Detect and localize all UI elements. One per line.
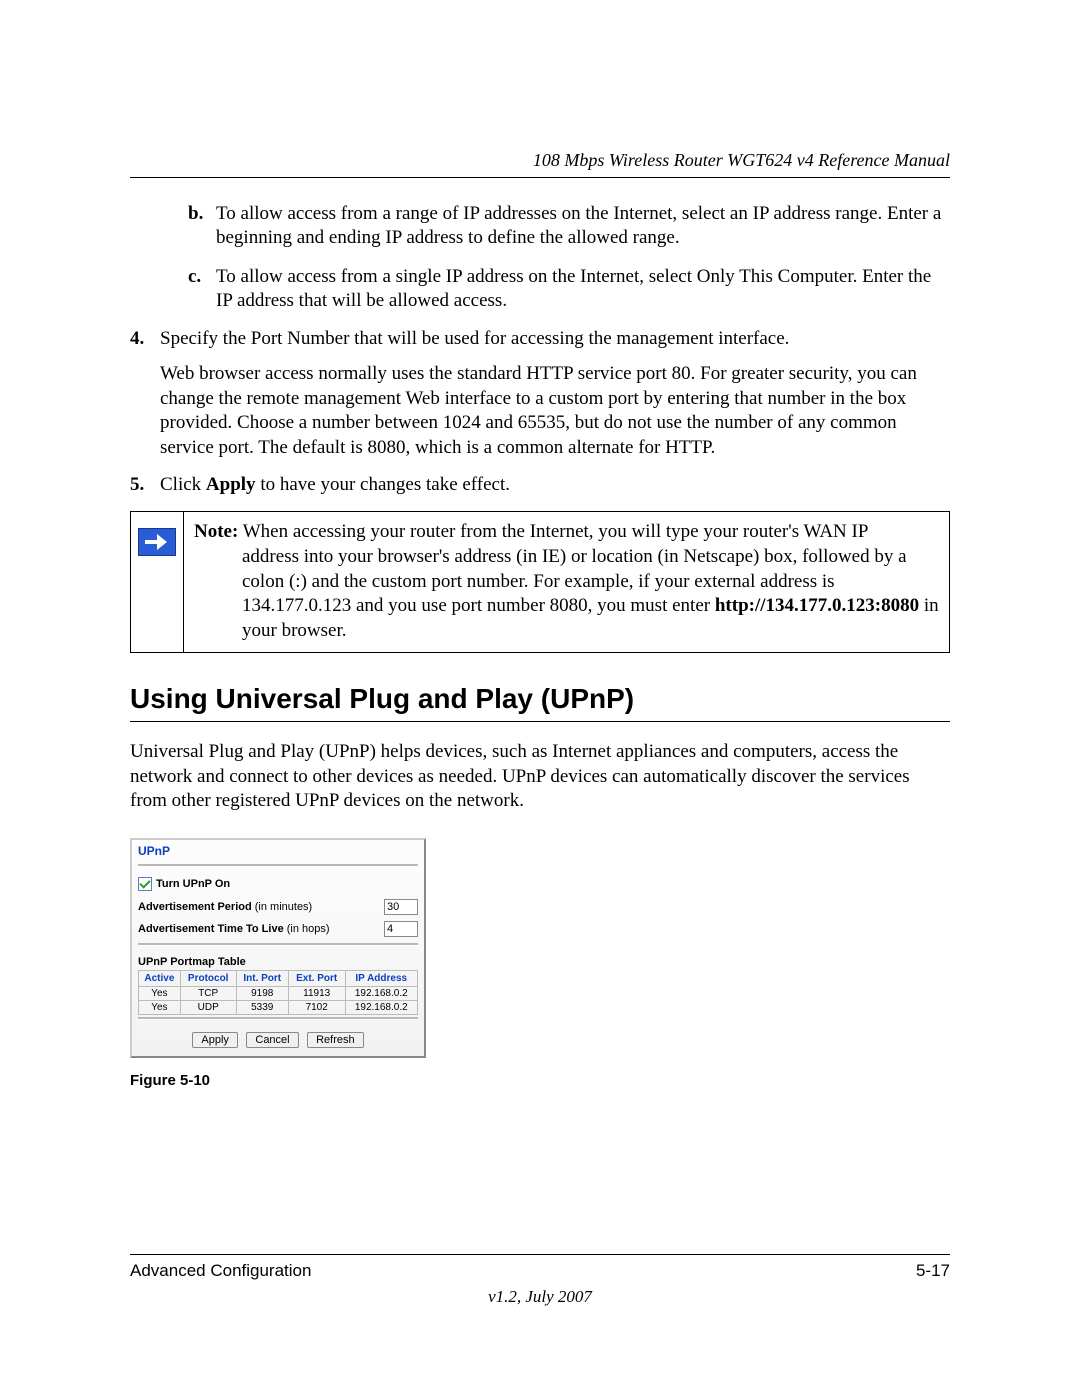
sub-list: b. To allow access from a range of IP ad… (188, 202, 950, 313)
footer-row: Advanced Configuration 5-17 (130, 1261, 950, 1281)
list-marker: c. (188, 265, 216, 314)
numbered-list: 4. Specify the Port Number that will be … (130, 327, 950, 497)
upnp-portmap-title: UPnP Portmap Table (138, 956, 418, 968)
col-intport: Int. Port (236, 970, 288, 986)
numbered-item-4-continuation: Web browser access normally uses the sta… (160, 362, 950, 461)
divider (138, 943, 418, 946)
document-page: 108 Mbps Wireless Router WGT624 v4 Refer… (0, 0, 1080, 1397)
note-icon-cell (131, 512, 184, 651)
note-lead-bold: Note: (194, 521, 238, 542)
label-rest: (in hops) (284, 923, 330, 935)
sub-list-item-b: b. To allow access from a range of IP ad… (188, 202, 950, 251)
cell-protocol: UDP (180, 1000, 236, 1014)
turn-upnp-on-checkbox[interactable] (138, 877, 152, 891)
advertisement-period-row: Advertisement Period (in minutes) (138, 899, 418, 915)
cell-active: Yes (139, 1000, 181, 1014)
list-marker: b. (188, 202, 216, 251)
note-url-bold: http://134.177.0.123:8080 (715, 595, 919, 616)
col-protocol: Protocol (180, 970, 236, 986)
advertisement-period-input[interactable] (384, 899, 418, 915)
cell-extport: 7102 (288, 1000, 345, 1014)
cell-extport: 11913 (288, 986, 345, 1000)
col-extport: Ext. Port (288, 970, 345, 986)
numbered-item-5: 5. Click Apply to have your changes take… (130, 473, 950, 498)
note-indent-block: address into your browser's address (in … (194, 545, 939, 644)
divider (138, 864, 418, 867)
cancel-button[interactable]: Cancel (246, 1032, 298, 1048)
refresh-button[interactable]: Refresh (307, 1032, 364, 1048)
arrow-right-icon (138, 528, 176, 556)
advertisement-ttl-label: Advertisement Time To Live (in hops) (138, 923, 330, 935)
note-line1: When accessing your router from the Inte… (238, 521, 868, 542)
section-heading-upnp: Using Universal Plug and Play (UPnP) (130, 683, 950, 722)
upnp-button-row: Apply Cancel Refresh (138, 1030, 418, 1048)
cell-intport: 9198 (236, 986, 288, 1000)
advertisement-ttl-row: Advertisement Time To Live (in hops) (138, 921, 418, 937)
turn-upnp-on-checkbox-row: Turn UPnP On (138, 877, 418, 891)
text-pre: Click (160, 474, 206, 495)
list-marker: 4. (130, 327, 160, 352)
table-row: Yes TCP 9198 11913 192.168.0.2 (139, 986, 418, 1000)
list-text: Specify the Port Number that will be use… (160, 327, 789, 352)
cell-protocol: TCP (180, 986, 236, 1000)
table-header-row: Active Protocol Int. Port Ext. Port IP A… (139, 970, 418, 986)
cell-intport: 5339 (236, 1000, 288, 1014)
table-row: Yes UDP 5339 7102 192.168.0.2 (139, 1000, 418, 1014)
col-active: Active (139, 970, 181, 986)
apply-button[interactable]: Apply (192, 1032, 238, 1048)
advertisement-ttl-input[interactable] (384, 921, 418, 937)
list-text: To allow access from a range of IP addre… (216, 202, 950, 251)
label-bold: Advertisement Time To Live (138, 923, 284, 935)
cell-ip: 192.168.0.2 (345, 986, 417, 1000)
upnp-panel: UPnP Turn UPnP On Advertisement Period (… (130, 838, 426, 1058)
label-rest: (in minutes) (252, 901, 313, 913)
numbered-item-4: 4. Specify the Port Number that will be … (130, 327, 950, 352)
page-footer: Advanced Configuration 5-17 v1.2, July 2… (130, 1254, 950, 1307)
cell-active: Yes (139, 986, 181, 1000)
text-bold-apply: Apply (206, 474, 256, 495)
note-text: Note: When accessing your router from th… (184, 512, 949, 651)
label-bold: Advertisement Period (138, 901, 252, 913)
upnp-portmap-table: Active Protocol Int. Port Ext. Port IP A… (138, 970, 418, 1015)
cell-ip: 192.168.0.2 (345, 1000, 417, 1014)
figure-caption: Figure 5-10 (130, 1072, 950, 1089)
list-text: Click Apply to have your changes take ef… (160, 473, 510, 498)
section-body-para: Universal Plug and Play (UPnP) helps dev… (130, 740, 950, 814)
sub-list-item-c: c. To allow access from a single IP addr… (188, 265, 950, 314)
divider (138, 1017, 418, 1020)
advertisement-period-label: Advertisement Period (in minutes) (138, 901, 312, 913)
text-post: to have your changes take effect. (256, 474, 510, 495)
footer-divider (130, 1254, 950, 1255)
footer-right: 5-17 (916, 1261, 950, 1281)
page-header-title: 108 Mbps Wireless Router WGT624 v4 Refer… (130, 150, 950, 178)
list-text: To allow access from a single IP address… (216, 265, 950, 314)
list-marker: 5. (130, 473, 160, 498)
footer-left: Advanced Configuration (130, 1261, 311, 1281)
note-box: Note: When accessing your router from th… (130, 511, 950, 652)
footer-version: v1.2, July 2007 (130, 1287, 950, 1307)
col-ip: IP Address (345, 970, 417, 986)
turn-upnp-on-label: Turn UPnP On (156, 878, 230, 890)
upnp-panel-title: UPnP (138, 844, 418, 862)
